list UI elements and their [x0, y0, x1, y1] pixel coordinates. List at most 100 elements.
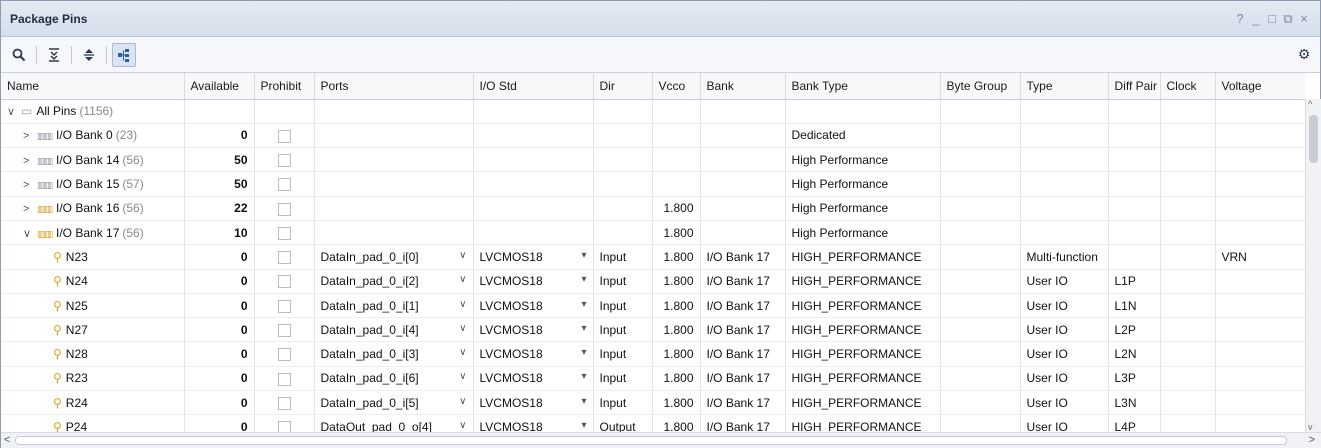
ports-cell[interactable]: DataIn_pad_0_i[0] ∨ — [314, 244, 474, 270]
table-row[interactable]: ⚲ N24 0 DataIn_pad_0_i[2] ∨ LVCMOS18 ▾ Input 1.8… — [1, 269, 1305, 294]
column-header-type[interactable]: Type — [1020, 73, 1109, 100]
dropdown-arrow-icon[interactable]: ▾ — [581, 347, 586, 358]
ports-cell[interactable] — [314, 171, 474, 197]
dropdown-arrow-icon[interactable]: ▾ — [581, 323, 586, 334]
prohibit-checkbox[interactable] — [277, 372, 291, 386]
prohibit-cell[interactable] — [254, 366, 315, 392]
table-row[interactable]: > ▥▥ I/O Bank 15 (57) 50 High Performance — [1, 171, 1305, 197]
prohibit-cell[interactable] — [254, 293, 315, 319]
dropdown-arrow-icon[interactable]: ∨ — [459, 250, 466, 261]
column-header-voltage[interactable]: Voltage — [1215, 73, 1305, 100]
prohibit-cell[interactable] — [254, 244, 315, 270]
help-icon[interactable]: ? — [1232, 11, 1248, 27]
io-std-cell[interactable] — [473, 99, 594, 124]
prohibit-checkbox[interactable] — [277, 348, 291, 362]
prohibit-cell[interactable] — [254, 390, 315, 416]
table-row[interactable]: ⚲ N27 0 DataIn_pad_0_i[4] ∨ LVCMOS18 ▾ Input 1.8… — [1, 317, 1305, 343]
io-std-cell[interactable]: LVCMOS18 ▾ — [473, 293, 594, 319]
prohibit-cell[interactable] — [254, 414, 315, 432]
name-cell[interactable]: > ▥▥ I/O Bank 16 (56) — [1, 196, 185, 221]
ports-cell[interactable] — [314, 147, 474, 173]
dropdown-arrow-icon[interactable]: ∨ — [459, 371, 466, 382]
name-cell[interactable]: ⚲ P24 — [1, 414, 185, 432]
horizontal-scrollbar[interactable]: < > — [1, 432, 1321, 448]
io-std-cell[interactable]: LVCMOS18 ▾ — [473, 366, 594, 392]
prohibit-cell[interactable] — [254, 99, 315, 124]
dropdown-arrow-icon[interactable]: ▾ — [581, 371, 586, 382]
io-std-cell[interactable] — [473, 147, 594, 173]
dropdown-arrow-icon[interactable]: ▾ — [581, 250, 586, 261]
prohibit-checkbox[interactable] — [277, 251, 291, 265]
io-std-cell[interactable]: LVCMOS18 ▾ — [473, 414, 594, 432]
scroll-left-icon[interactable]: < — [4, 434, 10, 446]
io-std-cell[interactable] — [473, 171, 594, 197]
dropdown-arrow-icon[interactable]: ∨ — [459, 396, 466, 407]
prohibit-cell[interactable] — [254, 196, 315, 221]
name-cell[interactable]: ⚲ N24 — [1, 269, 185, 294]
prohibit-checkbox[interactable] — [277, 202, 291, 216]
ports-cell[interactable] — [314, 123, 474, 149]
ports-cell[interactable] — [314, 99, 474, 124]
prohibit-checkbox[interactable] — [277, 153, 291, 167]
table-row[interactable]: > ▥▥ I/O Bank 14 (56) 50 High Performance — [1, 147, 1305, 173]
io-std-cell[interactable]: LVCMOS18 ▾ — [473, 390, 594, 416]
expand-chevron-icon[interactable]: > — [23, 155, 37, 167]
ports-cell[interactable]: DataIn_pad_0_i[5] ∨ — [314, 390, 474, 416]
io-std-cell[interactable] — [473, 123, 594, 149]
dropdown-arrow-icon[interactable]: ▾ — [581, 299, 586, 310]
ports-cell[interactable]: DataOut_pad_0_o[4] ∨ — [314, 414, 474, 432]
dropdown-arrow-icon[interactable]: ∨ — [459, 347, 466, 358]
table-row[interactable]: ⚲ R24 0 DataIn_pad_0_i[5] ∨ LVCMOS18 ▾ Input 1.8… — [1, 390, 1305, 416]
ports-cell[interactable]: DataIn_pad_0_i[4] ∨ — [314, 317, 474, 343]
column-header-io-std[interactable]: I/O Std — [473, 73, 594, 100]
prohibit-checkbox[interactable] — [277, 275, 291, 289]
expand-chevron-icon[interactable]: > — [23, 179, 37, 191]
collapse-all-icon[interactable] — [42, 43, 66, 67]
column-header-bank[interactable]: Bank — [700, 73, 786, 100]
vertical-scroll-thumb[interactable] — [1309, 115, 1318, 163]
prohibit-checkbox[interactable] — [277, 299, 291, 313]
column-header-name[interactable]: Name — [1, 73, 185, 100]
expand-chevron-icon[interactable]: > — [23, 203, 37, 215]
table-row[interactable]: ⚲ N23 0 DataIn_pad_0_i[0] ∨ LVCMOS18 ▾ Input 1.8… — [1, 244, 1305, 270]
prohibit-cell[interactable] — [254, 147, 315, 173]
io-std-cell[interactable]: LVCMOS18 ▾ — [473, 341, 594, 367]
dropdown-arrow-icon[interactable]: ▾ — [581, 274, 586, 285]
table-row[interactable]: > ▥▥ I/O Bank 16 (56) 22 1.800 High Performanc… — [1, 196, 1305, 221]
name-cell[interactable]: ⚲ R24 — [1, 390, 185, 416]
horizontal-scroll-thumb[interactable] — [15, 436, 1287, 445]
name-cell[interactable]: > ▥▥ I/O Bank 0 (23) — [1, 123, 185, 149]
prohibit-checkbox[interactable] — [277, 226, 291, 240]
dropdown-arrow-icon[interactable]: ▾ — [581, 396, 586, 407]
io-std-cell[interactable]: LVCMOS18 ▾ — [473, 317, 594, 343]
prohibit-cell[interactable] — [254, 123, 315, 149]
scroll-right-icon[interactable]: > — [1309, 434, 1315, 446]
prohibit-checkbox[interactable] — [277, 396, 291, 410]
prohibit-cell[interactable] — [254, 171, 315, 197]
close-icon[interactable]: × — [1296, 11, 1312, 27]
ports-cell[interactable]: DataIn_pad_0_i[6] ∨ — [314, 366, 474, 392]
dropdown-arrow-icon[interactable]: ∨ — [459, 420, 466, 431]
table-row[interactable]: ⚲ P24 0 DataOut_pad_0_o[4] ∨ LVCMOS18 ▾ Output 1… — [1, 414, 1305, 432]
table-row[interactable]: ⚲ N28 0 DataIn_pad_0_i[3] ∨ LVCMOS18 ▾ Input 1.8… — [1, 341, 1305, 367]
column-header-dir[interactable]: Dir — [593, 73, 653, 100]
column-header-vcco[interactable]: Vcco — [652, 73, 701, 100]
float-icon[interactable]: ⧉ — [1280, 11, 1296, 27]
prohibit-cell[interactable] — [254, 269, 315, 294]
prohibit-checkbox[interactable] — [277, 323, 291, 337]
prohibit-checkbox[interactable] — [277, 178, 291, 192]
settings-gear-icon[interactable]: ⚙ — [1296, 43, 1320, 67]
column-header-ports[interactable]: Ports — [314, 73, 474, 100]
expand-all-icon[interactable] — [77, 43, 101, 67]
column-header-available[interactable]: Available — [184, 73, 255, 100]
maximize-icon[interactable]: □ — [1264, 11, 1280, 27]
scroll-up-icon[interactable]: ^ — [1308, 99, 1312, 109]
ports-cell[interactable]: DataIn_pad_0_i[3] ∨ — [314, 341, 474, 367]
table-row[interactable]: ∨ ▭ All Pins (1156) — [1, 99, 1305, 124]
name-cell[interactable]: > ▥▥ I/O Bank 15 (57) — [1, 171, 185, 197]
ports-cell[interactable]: DataIn_pad_0_i[1] ∨ — [314, 293, 474, 319]
io-std-cell[interactable]: LVCMOS18 ▾ — [473, 269, 594, 294]
table-row[interactable]: ⚲ N25 0 DataIn_pad_0_i[1] ∨ LVCMOS18 ▾ Input 1.8… — [1, 293, 1305, 319]
prohibit-checkbox[interactable] — [277, 421, 291, 432]
table-row[interactable]: ⚲ R23 0 DataIn_pad_0_i[6] ∨ LVCMOS18 ▾ Input 1.8… — [1, 366, 1305, 392]
